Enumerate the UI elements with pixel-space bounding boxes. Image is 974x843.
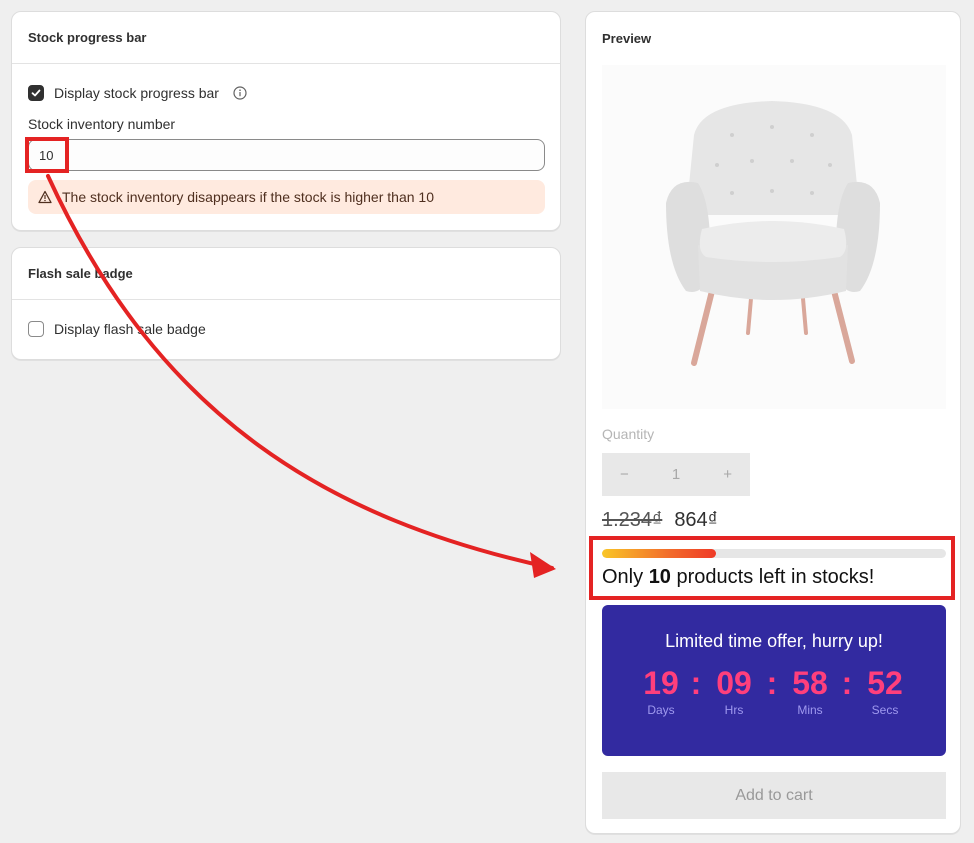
add-to-cart-button[interactable]: Add to cart bbox=[602, 772, 946, 819]
quantity-value[interactable]: 1 bbox=[672, 466, 680, 483]
quantity-minus-button[interactable]: − bbox=[620, 466, 629, 483]
quantity-label: Quantity bbox=[602, 426, 655, 442]
preview-card: Preview Quantity − 1 + 1.234₫ 864₫ Only … bbox=[585, 11, 961, 834]
countdown-separator: : bbox=[841, 665, 853, 701]
sale-price: 864₫ bbox=[674, 509, 718, 531]
preview-title: Preview bbox=[602, 30, 652, 46]
countdown-separator: : bbox=[766, 665, 778, 701]
countdown-seconds-label: Secs bbox=[871, 703, 899, 717]
stock-card-title: Stock progress bar bbox=[12, 12, 560, 64]
countdown-minutes-label: Mins bbox=[797, 703, 823, 717]
countdown-minutes: 58 Mins bbox=[780, 665, 840, 717]
info-icon[interactable] bbox=[233, 86, 247, 100]
flash-sale-card: Flash sale badge Display flash sale badg… bbox=[11, 247, 561, 360]
display-stock-label: Display stock progress bar bbox=[54, 85, 219, 101]
countdown-hours: 09 Hrs bbox=[704, 665, 764, 717]
countdown-days: 19 Days bbox=[631, 665, 691, 717]
countdown-title: Limited time offer, hurry up! bbox=[665, 631, 883, 651]
flash-badge-checkbox[interactable] bbox=[28, 321, 44, 337]
countdown-separator: : bbox=[690, 665, 702, 701]
quantity-stepper: − 1 + bbox=[602, 453, 750, 496]
inventory-label: Stock inventory number bbox=[28, 116, 176, 132]
display-stock-row[interactable]: Display stock progress bar bbox=[28, 85, 247, 101]
countdown-seconds-value: 52 bbox=[867, 665, 903, 701]
original-price: 1.234₫ bbox=[602, 509, 663, 531]
stock-preview-highlight-box bbox=[589, 536, 955, 600]
stock-progress-card: Stock progress bar Display stock progres… bbox=[11, 11, 561, 231]
arrow-head-icon bbox=[530, 552, 556, 578]
check-icon bbox=[31, 89, 41, 97]
inventory-number-input[interactable] bbox=[28, 139, 545, 171]
countdown-timer: Limited time offer, hurry up! 19 Days : … bbox=[602, 605, 946, 756]
product-image bbox=[602, 65, 946, 409]
quantity-plus-button[interactable]: + bbox=[723, 466, 732, 483]
warning-icon bbox=[38, 190, 52, 204]
countdown-days-label: Days bbox=[647, 703, 675, 717]
flash-badge-label: Display flash sale badge bbox=[54, 321, 206, 337]
countdown-minutes-value: 58 bbox=[792, 665, 828, 701]
display-stock-checkbox[interactable] bbox=[28, 85, 44, 101]
armchair-icon bbox=[666, 101, 880, 366]
warning-text: The stock inventory disappears if the st… bbox=[62, 189, 434, 205]
countdown-days-value: 19 bbox=[643, 665, 679, 701]
countdown-hours-value: 09 bbox=[716, 665, 752, 701]
inventory-highlight-box bbox=[25, 137, 69, 173]
flash-card-title: Flash sale badge bbox=[12, 248, 560, 300]
inventory-warning-banner: The stock inventory disappears if the st… bbox=[28, 180, 545, 214]
flash-badge-row[interactable]: Display flash sale badge bbox=[28, 321, 206, 337]
countdown-hours-label: Hrs bbox=[724, 703, 744, 717]
countdown-seconds: 52 Secs bbox=[855, 665, 915, 717]
price-row: 1.234₫ 864₫ bbox=[602, 509, 718, 532]
